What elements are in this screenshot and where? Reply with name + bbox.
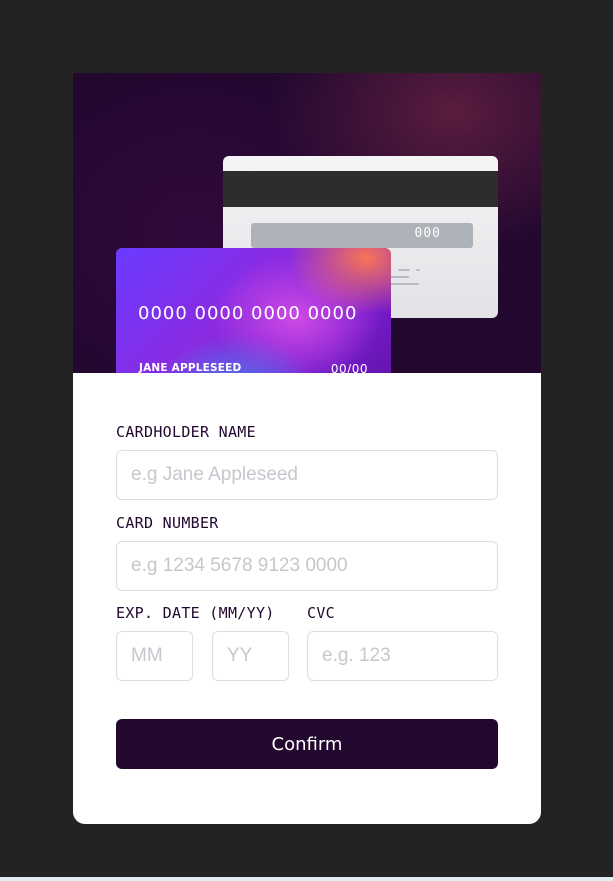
decorative-line (416, 269, 420, 271)
magnetic-stripe (223, 171, 498, 207)
confirm-button[interactable]: Confirm (116, 719, 498, 769)
card-front-number: 0000 0000 0000 0000 (138, 303, 358, 324)
card-front-expiry: 00/00 (330, 362, 368, 373)
exp-month-input[interactable] (116, 631, 193, 681)
exp-year-input[interactable] (212, 631, 289, 681)
card-front: 0000 0000 0000 0000 JANE APPLESEED 00/00 (116, 248, 391, 373)
decorative-line (398, 269, 410, 271)
card-number-input[interactable] (116, 541, 498, 591)
card-back-cvc: 000 (414, 226, 441, 241)
cardholder-name-field: CARDHOLDER NAME (116, 423, 498, 500)
signature-strip: 000 (251, 223, 473, 248)
card-details-panel: 000 0000 0000 0000 0000 JANE APPLESEED 0… (73, 73, 541, 824)
card-front-holder: JANE APPLESEED (139, 362, 242, 373)
hero-banner: 000 0000 0000 0000 0000 JANE APPLESEED 0… (73, 73, 541, 373)
cvc-input[interactable] (307, 631, 498, 681)
cardholder-name-label: CARDHOLDER NAME (116, 423, 256, 441)
card-number-label: CARD NUMBER (116, 514, 219, 532)
card-number-field: CARD NUMBER (116, 514, 498, 591)
exp-date-label: EXP. DATE (MM/YY) (116, 604, 275, 622)
exp-date-field: EXP. DATE (MM/YY) (116, 604, 289, 681)
cardholder-name-input[interactable] (116, 450, 498, 500)
bottom-edge (0, 877, 613, 881)
cvc-field: CVC (307, 604, 498, 681)
cvc-label: CVC (307, 604, 335, 622)
exp-date-inputs (116, 624, 289, 681)
